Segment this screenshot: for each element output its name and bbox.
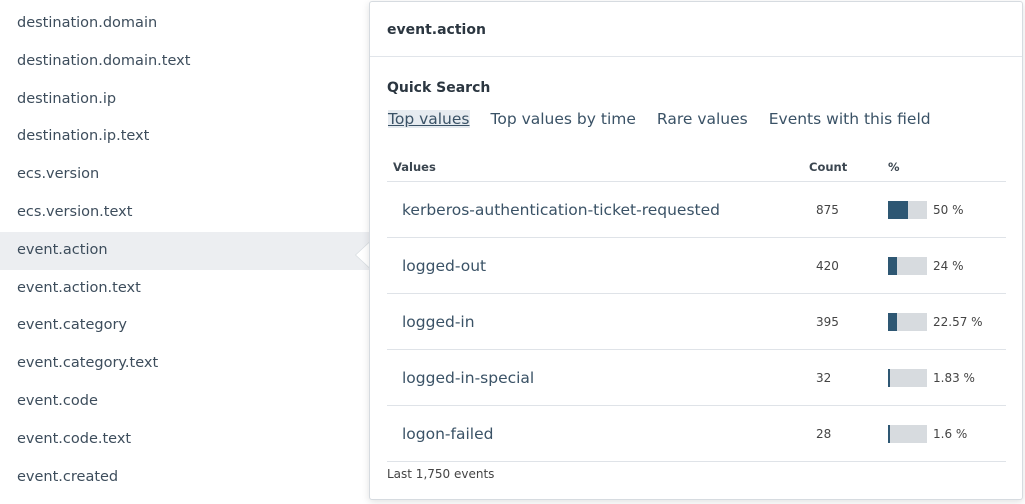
field-list-item[interactable]: event.code bbox=[0, 383, 372, 421]
field-list-item[interactable]: ecs.version.text bbox=[0, 194, 372, 232]
percent-label: 1.83 % bbox=[933, 370, 975, 385]
top-values-table: Values Count % kerberos-authentication-t… bbox=[387, 154, 1006, 462]
value-link[interactable]: logon-failed bbox=[387, 425, 807, 443]
field-list-item[interactable]: ecs.version bbox=[0, 156, 372, 194]
field-list-item[interactable]: destination.domain.text bbox=[0, 43, 372, 81]
value-link[interactable]: logged-in-special bbox=[387, 369, 807, 387]
table-row: logged-in-special 32 1.83 % bbox=[387, 350, 1006, 406]
header-count: Count bbox=[809, 160, 848, 174]
value-link[interactable]: logged-out bbox=[387, 257, 807, 275]
field-list-item[interactable]: destination.ip bbox=[0, 81, 372, 119]
percent-bar bbox=[888, 312, 927, 331]
popover-title: event.action bbox=[370, 2, 1022, 57]
percent-bar-fill bbox=[888, 368, 890, 387]
percent-bar-fill bbox=[888, 256, 898, 275]
value-link[interactable]: logged-in bbox=[387, 313, 807, 331]
value-count: 420 bbox=[816, 258, 839, 273]
field-list-item[interactable]: event.category.text bbox=[0, 345, 372, 383]
percent-bar-fill bbox=[888, 200, 908, 219]
value-percent: 1.6 % bbox=[887, 424, 1006, 443]
field-list-item[interactable]: destination.ip.text bbox=[0, 118, 372, 156]
field-list-item[interactable]: event.created bbox=[0, 459, 372, 497]
table-header: Values Count % bbox=[387, 154, 1006, 182]
page: destination.domain destination.domain.te… bbox=[0, 0, 1025, 504]
field-list: destination.domain destination.domain.te… bbox=[0, 5, 372, 496]
percent-label: 22.57 % bbox=[933, 314, 983, 329]
field-list-item[interactable]: event.code.text bbox=[0, 421, 372, 459]
field-list-item[interactable]: event.category bbox=[0, 307, 372, 345]
field-list-item-active[interactable]: event.action bbox=[0, 231, 372, 270]
events-footer: Last 1,750 events bbox=[387, 467, 495, 481]
percent-bar-fill bbox=[888, 312, 897, 331]
header-percent: % bbox=[888, 160, 900, 174]
value-count: 875 bbox=[816, 202, 839, 217]
value-count: 32 bbox=[816, 370, 832, 385]
table-row: logged-in 395 22.57 % bbox=[387, 294, 1006, 350]
tab-top-values-by-time[interactable]: Top values by time bbox=[491, 110, 636, 128]
field-list-item[interactable]: event.action.text bbox=[0, 270, 372, 308]
value-percent: 1.83 % bbox=[887, 368, 1006, 387]
value-count: 395 bbox=[816, 314, 839, 329]
table-row: logged-out 420 24 % bbox=[387, 238, 1006, 294]
percent-label: 24 % bbox=[933, 258, 964, 273]
tab-top-values[interactable]: Top values bbox=[388, 110, 470, 128]
quick-search-label: Quick Search bbox=[387, 80, 491, 96]
value-percent: 50 % bbox=[887, 200, 1006, 219]
value-count: 28 bbox=[816, 426, 832, 441]
table-row: logon-failed 28 1.6 % bbox=[387, 406, 1006, 462]
percent-bar bbox=[888, 256, 927, 275]
percent-bar bbox=[888, 368, 927, 387]
header-values: Values bbox=[393, 160, 436, 174]
table-row: kerberos-authentication-ticket-requested… bbox=[387, 182, 1006, 238]
field-list-item[interactable]: destination.domain bbox=[0, 5, 372, 43]
value-percent: 22.57 % bbox=[887, 312, 1006, 331]
percent-bar-fill bbox=[888, 424, 890, 443]
tab-rare-values[interactable]: Rare values bbox=[657, 110, 748, 128]
percent-bar bbox=[888, 424, 927, 443]
value-link[interactable]: kerberos-authentication-ticket-requested bbox=[387, 201, 807, 219]
percent-bar bbox=[888, 200, 927, 219]
tab-events-with-field[interactable]: Events with this field bbox=[769, 110, 931, 128]
value-percent: 24 % bbox=[887, 256, 1006, 275]
quick-search-tabs: Top values Top values by time Rare value… bbox=[388, 110, 952, 128]
percent-label: 50 % bbox=[933, 202, 964, 217]
percent-label: 1.6 % bbox=[933, 426, 968, 441]
field-popover: event.action Quick Search Top values Top… bbox=[369, 1, 1023, 500]
popover-arrow bbox=[356, 242, 370, 268]
